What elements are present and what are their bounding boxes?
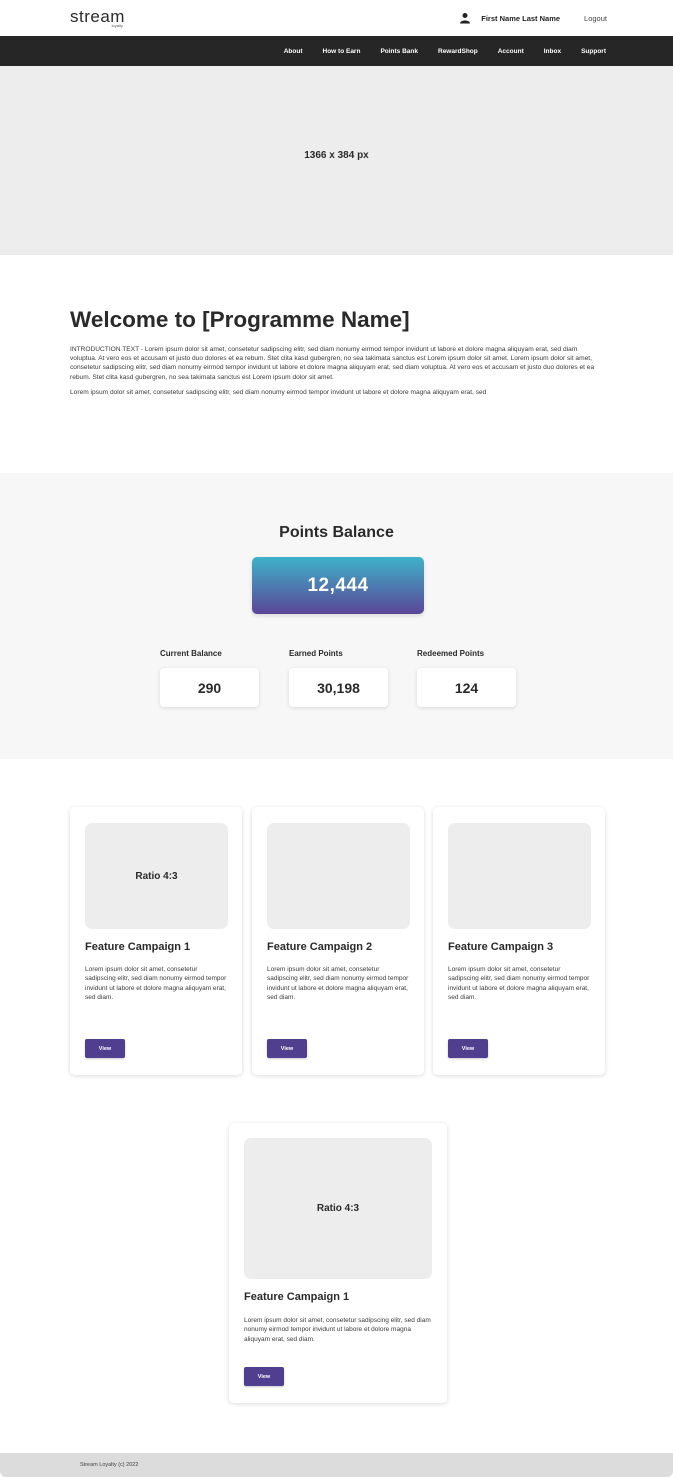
campaign-description: Lorem ipsum dolor sit amet, consetetur s… — [85, 966, 227, 1002]
campaign-title: Feature Campaign 1 — [244, 1291, 350, 1303]
thumbnail-label: Ratio 4:3 — [316, 1203, 360, 1214]
stat-current-balance: Current Balance 290 — [160, 649, 260, 707]
campaigns-section: Ratio 4:3 Feature Campaign 1 Lorem ipsum… — [0, 759, 673, 1419]
campaign-title: Feature Campaign 1 — [85, 941, 191, 953]
logo-subtext: loyalty — [111, 23, 123, 28]
stat-value: 290 — [160, 668, 259, 707]
campaign-thumbnail — [448, 823, 591, 929]
nav-item-rewardshop[interactable]: RewardShop — [438, 48, 478, 55]
stat-earned-points: Earned Points 30,198 — [289, 649, 389, 707]
view-button[interactable]: View — [85, 1039, 125, 1058]
campaign-thumbnail: Ratio 4:3 — [85, 823, 228, 929]
welcome-section: Welcome to [Programme Name] INTRODUCTION… — [0, 255, 673, 473]
view-button[interactable]: View — [244, 1367, 284, 1386]
user-icon[interactable] — [459, 12, 471, 24]
stat-label: Earned Points — [289, 649, 343, 658]
nav-item-inbox[interactable]: Inbox — [544, 48, 561, 55]
page: stream loyalty First Name Last Name Logo… — [0, 0, 673, 1477]
points-title: Points Balance — [279, 524, 394, 541]
welcome-title: Welcome to [Programme Name] — [70, 307, 410, 332]
user-name[interactable]: First Name Last Name — [481, 14, 560, 23]
campaign-thumbnail — [267, 823, 410, 929]
view-button[interactable]: View — [267, 1039, 307, 1058]
logo[interactable]: stream loyalty — [70, 8, 125, 28]
view-button[interactable]: View — [448, 1039, 488, 1058]
stat-label: Redeemed Points — [417, 649, 485, 658]
top-header: stream loyalty First Name Last Name Logo… — [0, 0, 673, 36]
campaign-description: Lorem ipsum dolor sit amet, consetetur s… — [448, 966, 590, 1002]
nav-item-how-to-earn[interactable]: How to Earn — [323, 48, 361, 55]
thumbnail-label: Ratio 4:3 — [135, 870, 178, 882]
stat-value: 30,198 — [289, 668, 388, 707]
stat-value: 124 — [417, 668, 516, 707]
nav-item-support[interactable]: Support — [581, 48, 606, 55]
points-section: Points Balance 12,444 Current Balance 29… — [0, 473, 673, 759]
campaign-card-1: Ratio 4:3 Feature Campaign 1 Lorem ipsum… — [70, 807, 242, 1075]
nav-item-points-bank[interactable]: Points Bank — [380, 48, 418, 55]
campaign-thumbnail: Ratio 4:3 — [244, 1138, 432, 1279]
stat-label: Current Balance — [160, 649, 222, 658]
welcome-intro: INTRODUCTION TEXT - Lorem ipsum dolor si… — [70, 346, 595, 381]
campaign-title: Feature Campaign 2 — [267, 941, 373, 953]
nav-item-account[interactable]: Account — [498, 48, 524, 55]
main-nav: About How to Earn Points Bank RewardShop… — [0, 36, 673, 66]
points-total-badge: 12,444 — [252, 557, 424, 614]
footer-copyright: Stream Loyalty (c) 2022 — [80, 1462, 139, 1468]
campaign-card-2: Feature Campaign 2 Lorem ipsum dolor sit… — [252, 807, 424, 1075]
user-area: First Name Last Name Logout — [459, 12, 607, 24]
hero-placeholder-text: 1366 x 384 px — [304, 150, 369, 161]
welcome-body: Lorem ipsum dolor sit amet, consetetur s… — [70, 388, 487, 396]
campaign-description: Lorem ipsum dolor sit amet, consetetur s… — [267, 966, 409, 1002]
nav-item-about[interactable]: About — [284, 48, 303, 55]
hero-banner: 1366 x 384 px — [0, 66, 673, 255]
stat-redeemed-points: Redeemed Points 124 — [417, 649, 517, 707]
campaign-title: Feature Campaign 3 — [448, 941, 554, 953]
logout-link[interactable]: Logout — [584, 14, 607, 23]
campaign-card-3: Feature Campaign 3 Lorem ipsum dolor sit… — [433, 807, 605, 1075]
campaign-description: Lorem ipsum dolor sit amet, consetetur s… — [244, 1317, 431, 1343]
campaign-card-single: Ratio 4:3 Feature Campaign 1 Lorem ipsum… — [229, 1123, 447, 1403]
footer: Stream Loyalty (c) 2022 — [0, 1453, 673, 1477]
